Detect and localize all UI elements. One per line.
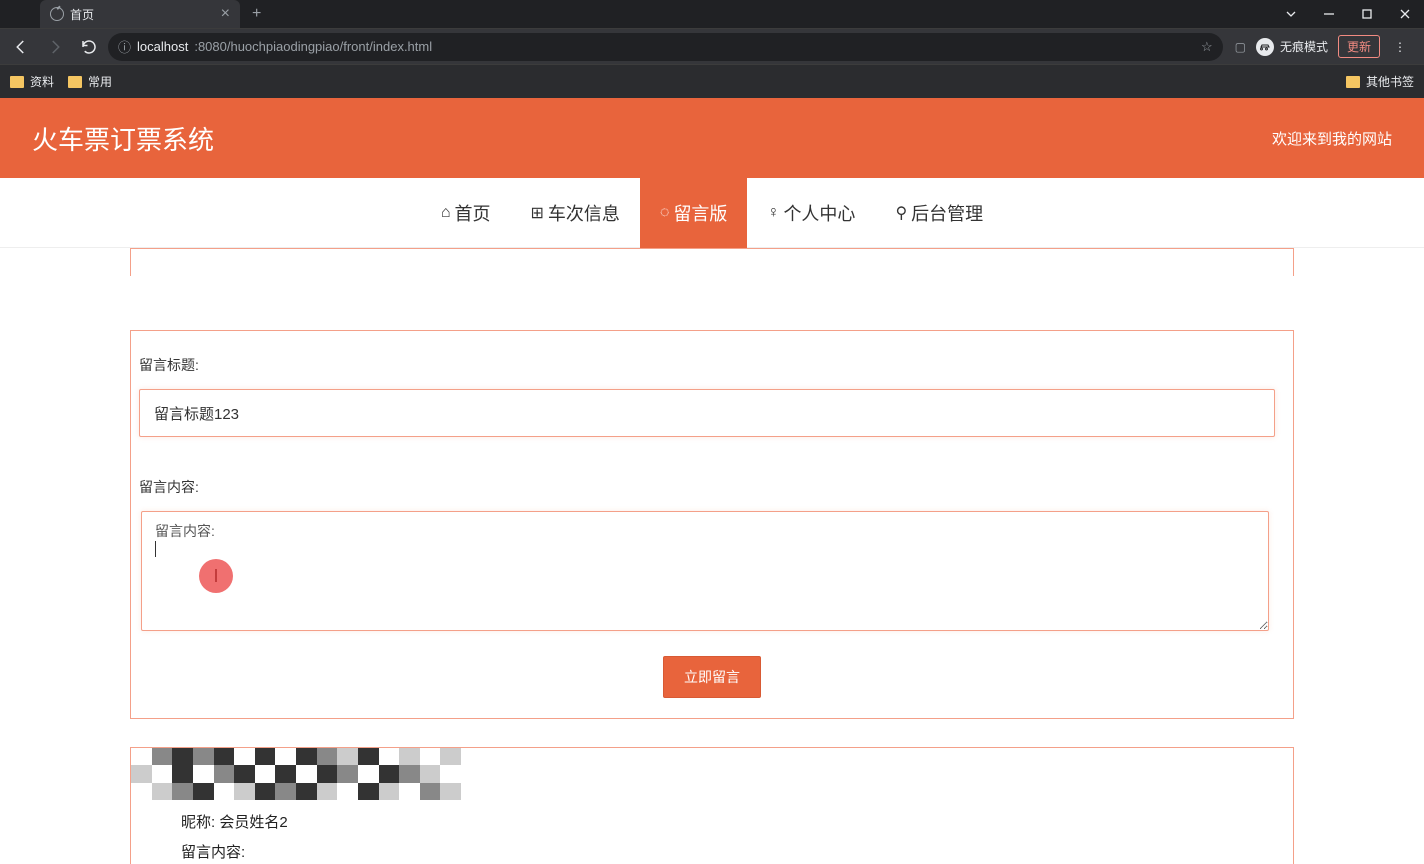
user-icon: ♀: [767, 204, 779, 222]
extensions-icon[interactable]: ▢: [1235, 40, 1246, 54]
cursor-indicator-icon: I: [199, 559, 233, 593]
home-icon: ⌂: [441, 204, 451, 222]
bookmark-item[interactable]: 常用: [68, 73, 112, 90]
nickname-label: 昵称:: [181, 814, 215, 831]
site-header: 火车票订票系统 欢迎来到我的网站: [0, 98, 1424, 178]
close-icon[interactable]: ×: [221, 5, 230, 23]
bookmark-bar: 资料 常用 其他书签: [0, 64, 1424, 98]
bookmark-label: 其他书签: [1366, 73, 1414, 90]
incognito-indicator: 无痕模式: [1256, 38, 1328, 56]
bookmark-label: 资料: [30, 73, 54, 90]
tab-title: 首页: [70, 6, 94, 23]
folder-icon: [68, 76, 82, 88]
back-button[interactable]: [6, 32, 36, 62]
nav-label: 车次信息: [548, 200, 620, 226]
content-label: 留言内容:: [137, 477, 1287, 497]
nav-label: 后台管理: [911, 200, 983, 226]
content-textarea[interactable]: [141, 511, 1269, 631]
url-path: :8080/huochpiaodingpiao/front/index.html: [194, 39, 432, 54]
nav-user[interactable]: ♀个人中心: [747, 178, 875, 248]
browser-tab[interactable]: 首页 ×: [40, 0, 240, 28]
text-cursor: [155, 541, 156, 557]
chat-icon: ◌: [660, 204, 670, 222]
grid-icon: ⊞: [531, 203, 544, 223]
close-window-button[interactable]: [1386, 0, 1424, 28]
welcome-text: 欢迎来到我的网站: [1272, 128, 1392, 149]
submit-button[interactable]: 立即留言: [663, 656, 761, 698]
menu-dots-icon[interactable]: ⋮: [1390, 40, 1410, 54]
incognito-icon: [1256, 38, 1274, 56]
nav-trains[interactable]: ⊞车次信息: [511, 178, 640, 248]
url-host: localhost: [137, 39, 188, 54]
site-nav: ⌂首页 ⊞车次信息 ◌留言版 ♀个人中心 ⚲后台管理: [0, 178, 1424, 248]
globe-icon: [50, 7, 64, 21]
nav-home[interactable]: ⌂首页: [421, 178, 511, 248]
nav-label: 个人中心: [783, 200, 855, 226]
other-bookmarks[interactable]: 其他书签: [1346, 73, 1414, 90]
update-button[interactable]: 更新: [1338, 35, 1380, 58]
nav-admin[interactable]: ⚲后台管理: [875, 178, 1003, 248]
nav-label: 首页: [455, 200, 491, 226]
address-bar: ⓘ localhost :8080/huochpiaodingpiao/front…: [0, 28, 1424, 64]
browser-chrome: 首页 × + ⓘ localhost :8080/huochpiaodingpia…: [0, 0, 1424, 98]
maximize-button[interactable]: [1348, 0, 1386, 28]
bookmark-label: 常用: [88, 73, 112, 90]
star-icon[interactable]: ☆: [1201, 39, 1213, 55]
folder-icon: [1346, 76, 1360, 88]
link-icon: ⚲: [895, 203, 907, 223]
card-fragment: [130, 248, 1294, 276]
censored-block: [131, 748, 461, 800]
minimize-button[interactable]: [1310, 0, 1348, 28]
window-controls: [1272, 0, 1424, 28]
bookmark-item[interactable]: 资料: [10, 73, 54, 90]
incognito-label: 无痕模式: [1280, 38, 1328, 55]
tab-bar: 首页 × +: [0, 0, 1424, 28]
site-title: 火车票订票系统: [32, 120, 214, 157]
nickname-value: 会员姓名2: [219, 814, 287, 831]
reload-button[interactable]: [74, 32, 104, 62]
message-form-card: 留言标题: 留言内容: 留言内容: I 立即留言: [130, 330, 1294, 719]
content: 留言标题: 留言内容: 留言内容: I 立即留言 昵称: 会员姓名2 留言内容:: [0, 248, 1424, 864]
message-card: 昵称: 会员姓名2 留言内容: 留言内容5 2022-03-30 14:23:5…: [130, 747, 1294, 864]
watermark: 前端哥: [1069, 859, 1285, 864]
title-input[interactable]: [139, 389, 1275, 437]
message-content: 昵称: 会员姓名2 留言内容: 留言内容5: [145, 808, 1279, 864]
new-tab-button[interactable]: +: [252, 5, 261, 23]
title-label: 留言标题:: [137, 355, 1287, 375]
forward-button[interactable]: [40, 32, 70, 62]
page: 火车票订票系统 欢迎来到我的网站 ⌂首页 ⊞车次信息 ◌留言版 ♀个人中心 ⚲后…: [0, 98, 1424, 864]
caret-down-icon[interactable]: [1272, 0, 1310, 28]
info-icon: ⓘ: [118, 37, 131, 56]
nav-label: 留言版: [673, 200, 727, 226]
nav-board[interactable]: ◌留言版: [640, 178, 748, 248]
url-input[interactable]: ⓘ localhost :8080/huochpiaodingpiao/front…: [108, 33, 1223, 61]
folder-icon: [10, 76, 24, 88]
